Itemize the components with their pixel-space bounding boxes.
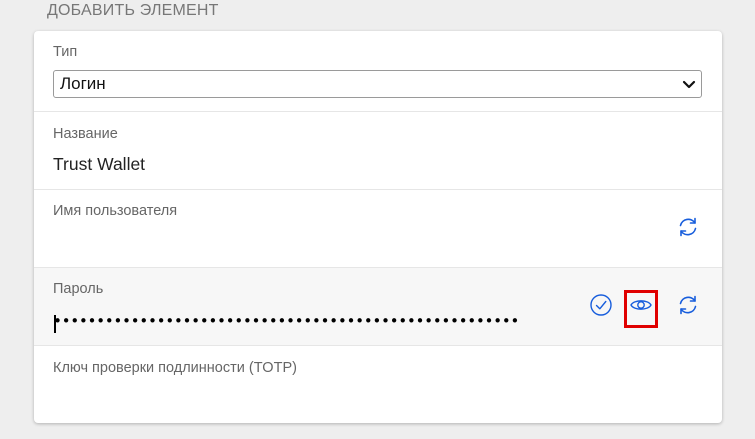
username-field[interactable] xyxy=(53,232,653,254)
totp-label: Ключ проверки подлинности (TOTP) xyxy=(53,360,297,376)
totp-row: Ключ проверки подлинности (TOTP) xyxy=(34,346,722,423)
name-field[interactable]: Trust Wallet xyxy=(53,154,145,175)
type-label: Тип xyxy=(53,44,78,60)
username-label: Имя пользователя xyxy=(53,203,178,219)
password-row: Пароль •••••••••••••••••••••••••••••••••… xyxy=(34,268,722,346)
section-title: ДОБАВИТЬ ЭЛЕМЕНТ xyxy=(47,2,219,19)
highlight-box xyxy=(624,290,658,328)
type-select[interactable]: Логин xyxy=(53,70,702,98)
name-row: Название Trust Wallet xyxy=(34,112,722,190)
password-label: Пароль xyxy=(53,281,104,297)
add-item-form: Тип Логин Название Trust Wallet Имя поль… xyxy=(34,31,722,423)
generate-username-button[interactable] xyxy=(674,215,702,243)
name-label: Название xyxy=(53,126,118,142)
chevron-down-icon xyxy=(682,78,696,90)
refresh-icon xyxy=(676,215,700,244)
username-row: Имя пользователя xyxy=(34,190,722,268)
text-caret xyxy=(54,315,56,333)
totp-field[interactable] xyxy=(53,388,693,410)
refresh-icon xyxy=(676,293,700,322)
generate-password-button[interactable] xyxy=(674,293,702,321)
type-row: Тип Логин xyxy=(34,31,722,112)
check-password-button[interactable] xyxy=(587,293,615,321)
password-field[interactable]: ••••••••••••••••••••••••••••••••••••••••… xyxy=(53,312,573,334)
check-circle-icon xyxy=(589,293,613,322)
type-select-value: Логин xyxy=(60,74,106,93)
